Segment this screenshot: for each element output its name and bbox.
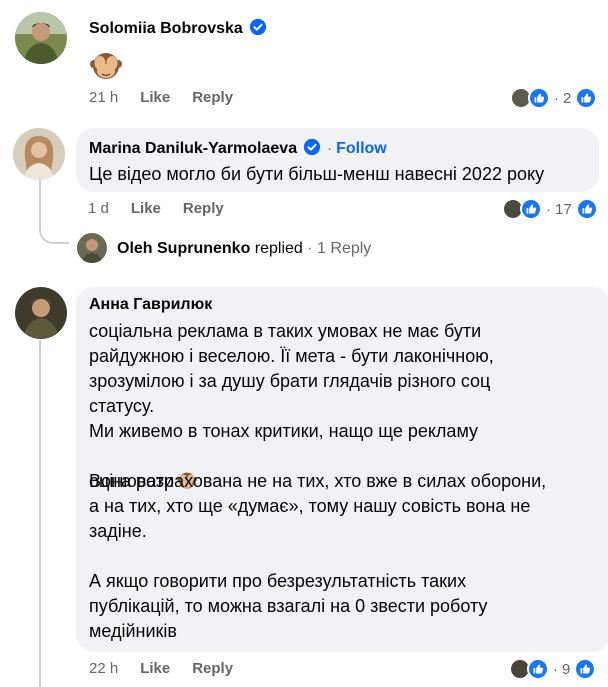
comment-meta: 1 d Like Reply <box>88 200 246 217</box>
like-reaction-icon <box>575 198 598 220</box>
reply-summary[interactable]: Oleh Suprunenko replied · 1 Reply <box>117 240 371 258</box>
like-reaction-icon <box>520 198 542 220</box>
like-button[interactable]: Like <box>140 89 170 106</box>
reaction-summary[interactable]: · 17 <box>502 198 598 220</box>
reply-action: replied <box>254 240 303 257</box>
avatar-solomiia[interactable] <box>15 12 67 64</box>
thread-line <box>39 340 41 687</box>
like-button[interactable]: Like <box>140 660 170 677</box>
like-reaction-icon <box>528 87 550 109</box>
like-reaction-icon <box>527 658 549 680</box>
comment-header: Marina Daniluk-Yarmolaeva · Follow <box>89 138 387 157</box>
timestamp[interactable]: 21 h <box>89 89 118 106</box>
avatar-marina[interactable] <box>13 128 65 180</box>
reply-button[interactable]: Reply <box>183 200 224 217</box>
comment-text: Це відео могло би бути більш-менш навесн… <box>89 164 545 184</box>
reaction-summary[interactable]: · 9 <box>509 658 597 680</box>
like-button[interactable]: Like <box>131 200 161 217</box>
reply-author: Oleh Suprunenko <box>117 240 251 257</box>
avatar-anna[interactable] <box>15 287 67 339</box>
comment-header: Анна Гаврилюк <box>89 296 212 314</box>
comment-text-part: Вона розрахована не на тих, хто вже в си… <box>89 471 547 641</box>
author-name[interactable]: Анна Гаврилюк <box>89 296 212 313</box>
comment-text-part: соціальна реклама в таких умовах не має … <box>89 321 494 441</box>
avatar-oleh[interactable] <box>77 233 107 263</box>
timestamp[interactable]: 22 h <box>89 660 118 677</box>
reaction-count: 17 <box>555 200 572 218</box>
thread-connector <box>39 214 69 244</box>
timestamp[interactable]: 1 d <box>88 200 109 217</box>
author-name[interactable]: Solomiia Bobrovska <box>89 20 243 37</box>
avatar-photo <box>77 233 107 263</box>
reply-button[interactable]: Reply <box>192 89 233 106</box>
see-no-evil-monkey-emoji <box>88 47 124 83</box>
comment-text-line: оцінювати <box>89 444 604 491</box>
avatar-photo <box>15 12 67 64</box>
follow-button[interactable]: Follow <box>336 140 387 157</box>
comment-bubble: Анна Гаврилюк соціальна реклама в таких … <box>76 287 608 652</box>
author-name[interactable]: Marina Daniluk-Yarmolaeva <box>89 140 297 157</box>
reaction-count: 9 <box>562 660 571 678</box>
comment-meta: 21 h Like Reply <box>89 89 255 106</box>
comment-header: Solomiia Bobrovska <box>89 18 267 38</box>
avatar-photo <box>13 128 65 180</box>
reaction-summary[interactable]: · 2 <box>510 87 598 109</box>
comment-bubble: Marina Daniluk-Yarmolaeva · Follow Це віде… <box>76 128 599 192</box>
comment-text: соціальна реклама в таких умовах не має … <box>89 319 604 644</box>
avatar-photo <box>15 287 67 339</box>
reaction-count: 2 <box>563 89 572 107</box>
verified-badge-icon <box>303 138 321 156</box>
like-reaction-icon <box>575 87 598 109</box>
like-reaction-icon <box>574 658 597 680</box>
verified-badge-icon <box>249 18 266 36</box>
reply-count: 1 Reply <box>317 240 372 257</box>
comment-meta: 22 h Like Reply <box>89 660 255 677</box>
reply-button[interactable]: Reply <box>192 660 233 677</box>
